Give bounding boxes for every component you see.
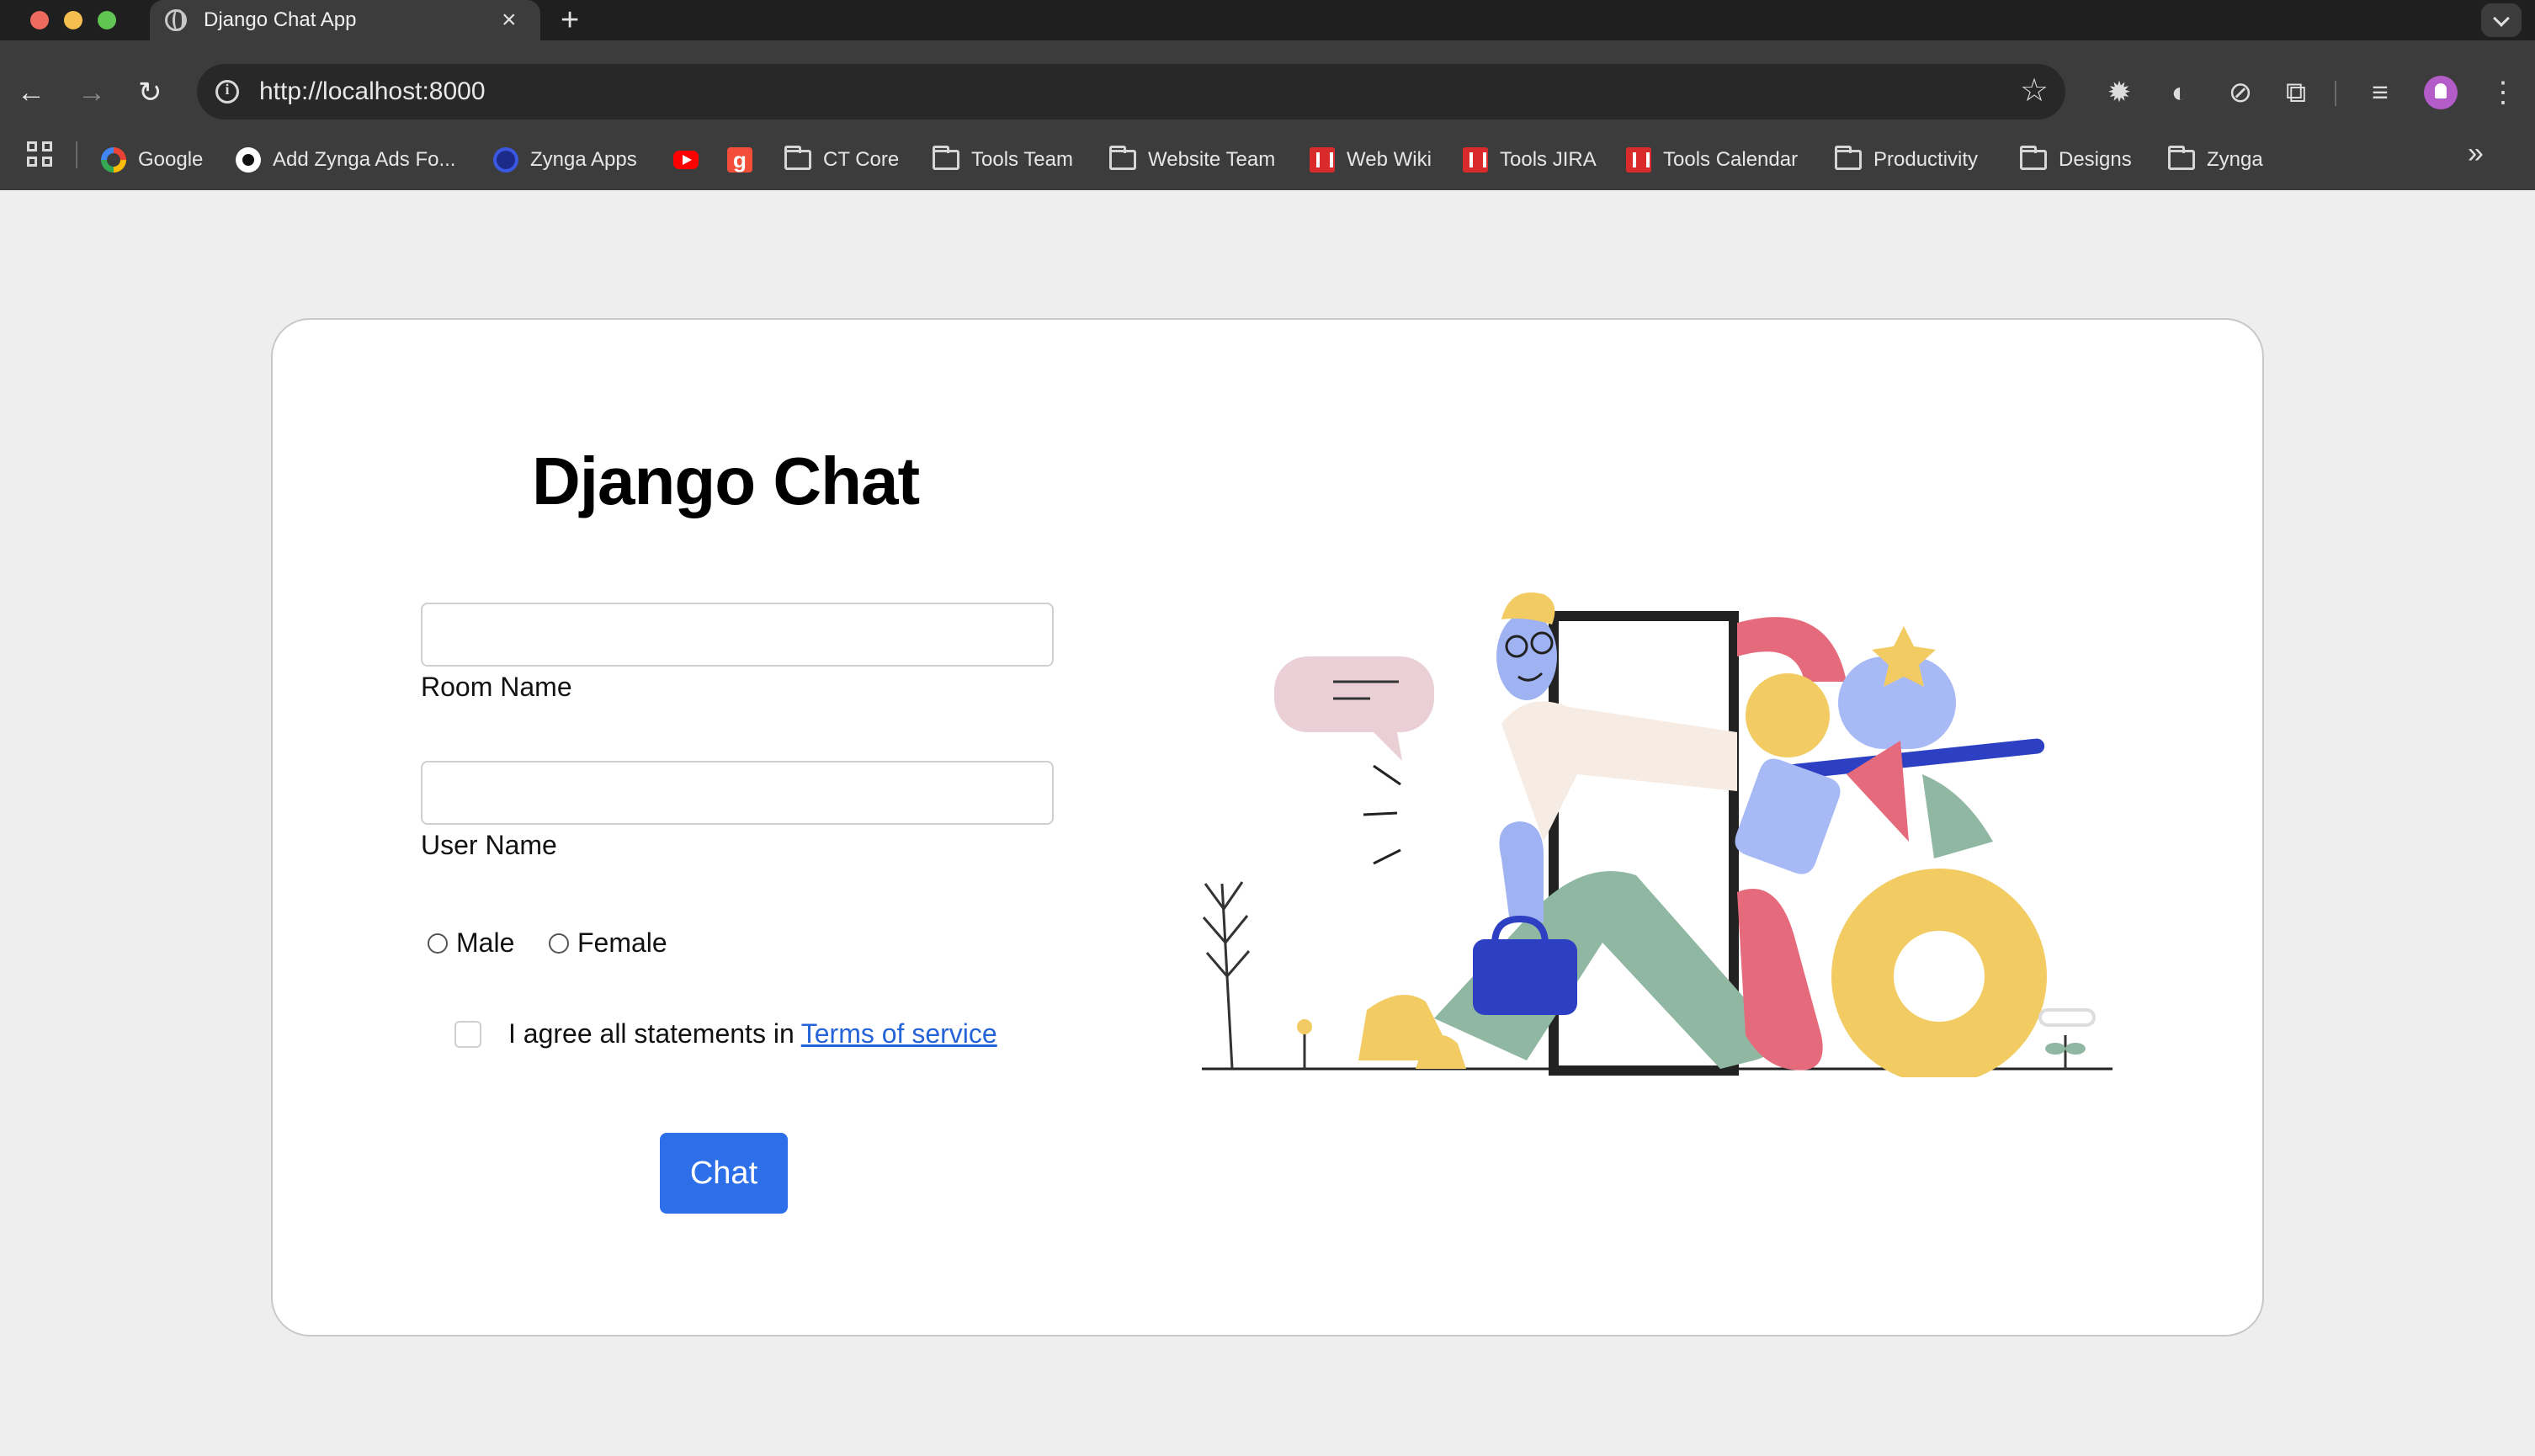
github-logo-icon (236, 147, 261, 173)
bookmark-tools-team[interactable]: Tools Team (933, 143, 1073, 177)
bookmark-youtube[interactable] (673, 143, 710, 177)
gender-radio-female[interactable]: Female (549, 927, 667, 959)
chat-join-card: Django Chat Room Name User Name Male Fem… (271, 318, 2264, 1336)
minimize-window-button[interactable] (64, 11, 82, 29)
extensions-puzzle-icon[interactable]: ⧉ (2279, 76, 2313, 109)
close-window-button[interactable] (30, 11, 49, 29)
chat-submit-button[interactable]: Chat (660, 1133, 788, 1214)
folder-icon (933, 146, 959, 170)
browser-tab-bar: Django Chat App × + (0, 0, 2535, 40)
bookmark-zynga-apps[interactable]: Zynga Apps (493, 143, 637, 177)
globe-icon (165, 9, 187, 31)
media-queue-icon[interactable]: ≡ (2363, 76, 2397, 109)
bookmark-label: Tools JIRA (1500, 148, 1597, 171)
bookmark-star-icon[interactable]: ☆ (2020, 72, 2049, 109)
bookmark-label: CT Core (823, 148, 900, 171)
bookmark-productivity[interactable]: Productivity (1835, 143, 1978, 177)
page-title: Django Chat (532, 444, 920, 518)
toolbar-divider (2335, 81, 2336, 106)
bookmarks-overflow-chevron-icon[interactable]: » (2468, 136, 2484, 170)
folder-icon (1109, 146, 1136, 170)
room-name-input[interactable] (421, 603, 1054, 667)
google-logo-icon (101, 147, 126, 173)
folder-icon (2168, 146, 2195, 170)
bookmark-zynga[interactable]: Zynga (2168, 143, 2263, 177)
address-bar[interactable]: http://localhost:8000 ☆ (197, 64, 2065, 120)
terms-of-service-link[interactable]: Terms of service (801, 1018, 997, 1049)
chat-illustration (1202, 592, 2112, 1077)
bookmark-label: Tools Team (971, 148, 1073, 171)
bookmark-label: Web Wiki (1347, 148, 1432, 171)
tab-search-button[interactable] (2481, 3, 2522, 37)
gender-radio-male[interactable]: Male (428, 927, 514, 959)
folder-icon (784, 146, 811, 170)
red-app-icon (1626, 147, 1651, 173)
tab-title: Django Chat App (204, 8, 357, 31)
bookmark-label: Zynga Apps (530, 148, 637, 171)
bookmark-label: Tools Calendar (1663, 148, 1799, 171)
terms-agreement: I agree all statements in Terms of servi… (454, 1018, 997, 1049)
room-name-label: Room Name (421, 672, 572, 702)
bookmark-designs[interactable]: Designs (2020, 143, 2132, 177)
bookmark-tools-jira[interactable]: Tools JIRA (1463, 143, 1597, 177)
url-text[interactable]: http://localhost:8000 (259, 77, 486, 106)
g-logo-icon: g (727, 147, 752, 173)
radio-label-female: Female (577, 927, 667, 958)
bookmark-label: Zynga (2207, 148, 2263, 171)
maximize-window-button[interactable] (98, 11, 116, 29)
bookmark-tools-calendar[interactable]: Tools Calendar (1626, 143, 1798, 177)
bookmark-web-wiki[interactable]: Web Wiki (1310, 143, 1432, 177)
bookmark-label: Productivity (1873, 148, 1979, 171)
red-app-icon (1463, 147, 1488, 173)
agree-text: I agree all statements in (508, 1018, 795, 1049)
zynga-logo-icon (493, 147, 518, 173)
radio-circle-icon[interactable] (428, 933, 448, 954)
bookmark-website-team[interactable]: Website Team (1109, 143, 1275, 177)
forward-icon[interactable]: → (77, 74, 106, 111)
bookmarks-bar: Google Add Zynga Ads Fo... Zynga Apps g … (0, 131, 2535, 190)
youtube-logo-icon (673, 151, 699, 169)
bookmark-google[interactable]: Google (101, 143, 203, 177)
user-name-input[interactable] (421, 761, 1054, 825)
browser-tab-active[interactable]: Django Chat App × (150, 0, 540, 40)
new-tab-button[interactable]: + (561, 2, 579, 39)
bookmark-g[interactable]: g (727, 143, 764, 177)
folder-icon (2020, 146, 2047, 170)
profile-avatar[interactable] (2424, 76, 2458, 109)
tab-close-icon[interactable]: × (502, 5, 517, 35)
reload-icon[interactable]: ↻ (138, 74, 162, 111)
red-app-icon (1310, 147, 1335, 173)
user-name-label: User Name (421, 830, 557, 860)
bookmark-ct-core[interactable]: CT Core (784, 143, 899, 177)
menu-kebab-icon[interactable]: ⋮ (2486, 76, 2520, 109)
back-icon[interactable]: ← (17, 74, 45, 111)
bookmark-label: Add Zynga Ads Fo... (273, 148, 456, 171)
site-info-icon[interactable] (215, 80, 239, 104)
extension-gear-icon[interactable]: ✹ (2102, 76, 2136, 109)
folder-icon (1835, 146, 1862, 170)
bookmark-label: Google (138, 148, 204, 171)
extension-password-icon[interactable]: ◐ (2163, 76, 2197, 109)
extension-compass-icon[interactable]: ⊘ (2224, 76, 2257, 109)
bookmark-label: Website Team (1148, 148, 1276, 171)
bookmark-add-zynga-ads[interactable]: Add Zynga Ads Fo... (236, 143, 455, 177)
radio-label-male: Male (456, 927, 515, 958)
bookmark-label: Designs (2059, 148, 2132, 171)
radio-circle-icon[interactable] (549, 933, 569, 954)
agree-checkbox[interactable] (454, 1020, 481, 1048)
